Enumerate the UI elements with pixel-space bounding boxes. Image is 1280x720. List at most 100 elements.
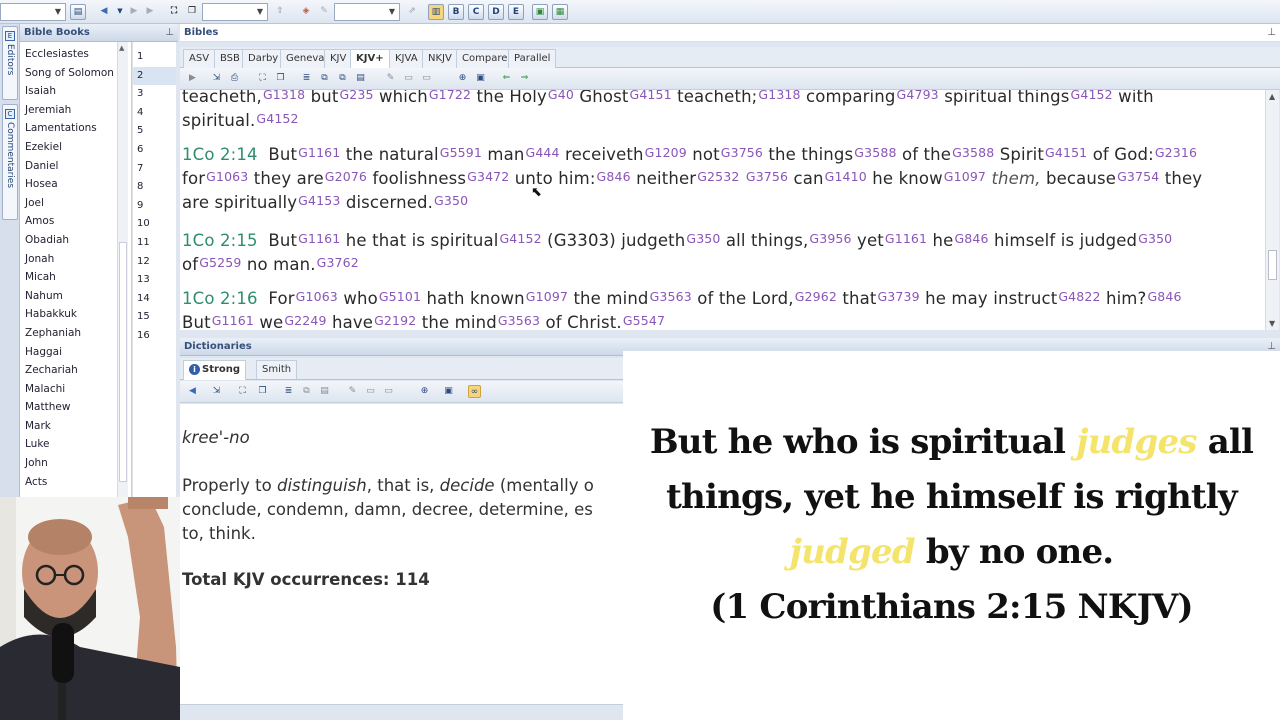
book-item[interactable]: Zephaniah <box>20 324 131 343</box>
chapter-item[interactable]: 8 <box>133 178 176 197</box>
chapter-item[interactable]: 15 <box>133 308 176 327</box>
strongs-number-link[interactable]: G3739 <box>877 289 919 304</box>
verse-ref-14[interactable]: 1Co 2:14 <box>182 145 258 164</box>
search-input[interactable]: ▼ <box>202 3 268 21</box>
strongs-number-link[interactable]: G1722 <box>429 90 471 102</box>
chart-icon[interactable]: ▦ <box>552 4 568 20</box>
book-item[interactable]: Isaiah <box>20 82 131 101</box>
zoom-select[interactable]: ▼ <box>0 3 66 21</box>
tab-kjva[interactable]: KJVA <box>389 49 424 68</box>
chapter-item[interactable]: 7 <box>133 160 176 179</box>
scroll-thumb[interactable] <box>1268 250 1277 280</box>
strongs-number-link[interactable]: G4153 <box>298 193 340 208</box>
jump-icon[interactable]: ⇗ <box>404 4 420 20</box>
edit-icon[interactable]: ✎ <box>384 72 397 85</box>
book-item[interactable]: Lamentations <box>20 119 131 138</box>
strongs-number-link[interactable]: G4822 <box>1058 289 1100 304</box>
chapter-item[interactable]: 12 <box>133 253 176 272</box>
strongs-number-link[interactable]: G1161 <box>298 145 340 160</box>
strongs-number-link[interactable]: G1318 <box>758 90 800 102</box>
strongs-number-link[interactable]: G2076 <box>325 169 367 184</box>
tab-smith[interactable]: Smith <box>256 360 298 379</box>
strongs-number-link[interactable]: G4152 <box>256 111 298 126</box>
tab-compare[interactable]: Compare <box>456 49 514 68</box>
play-icon[interactable]: ▶ <box>186 72 199 85</box>
print-icon[interactable]: ⎙ <box>228 72 241 85</box>
strongs-number-link[interactable]: G3762 <box>317 255 359 270</box>
strongs-number-link[interactable]: G350 <box>1138 231 1172 246</box>
forward-end-icon[interactable]: ▶ <box>142 4 158 20</box>
strongs-number-link[interactable]: G3756 <box>746 169 788 184</box>
tab-commentaries[interactable]: C Commentaries <box>2 104 18 220</box>
strongs-number-link[interactable]: G846 <box>597 169 631 184</box>
book-item[interactable]: Song of Solomon <box>20 64 131 83</box>
tab-strong[interactable]: i Strong <box>183 360 247 380</box>
forward-icon[interactable]: ▶ <box>126 4 142 20</box>
strongs-number-link[interactable]: G1063 <box>206 169 248 184</box>
go-icon[interactable]: ⇧ <box>272 4 288 20</box>
tab-kjv-plus[interactable]: KJV+ <box>350 49 390 69</box>
chapter-list[interactable]: 1 2 3 4 5 6 7 8 9 10 11 12 13 14 15 16 <box>132 42 176 500</box>
binoculars-icon[interactable]: ⛶ <box>256 72 269 85</box>
strongs-number-link[interactable]: G1097 <box>944 169 986 184</box>
back-icon[interactable]: ◀ <box>186 385 199 398</box>
strongs-number-link[interactable]: G4793 <box>897 90 939 102</box>
book-item[interactable]: Habakkuk <box>20 305 131 324</box>
strongs-number-link[interactable]: G3472 <box>467 169 509 184</box>
find-icon[interactable]: ❐ <box>256 385 269 398</box>
strongs-number-link[interactable]: G5591 <box>440 145 482 160</box>
book-item[interactable]: Amos <box>20 212 131 231</box>
book-item[interactable]: Jonah <box>20 250 131 269</box>
strongs-number-link[interactable]: G40 <box>548 90 574 102</box>
strongs-number-link[interactable]: G1209 <box>645 145 687 160</box>
strongs-number-link[interactable]: G5259 <box>199 255 241 270</box>
export-icon[interactable]: ⇲ <box>210 385 223 398</box>
strongs-number-link[interactable]: G3563 <box>498 313 540 328</box>
sync-left-icon[interactable]: ⇐ <box>500 72 513 85</box>
chapter-item[interactable]: 9 <box>133 197 176 216</box>
bible-text[interactable]: teacheth,G1318 butG235 whichG1722 the Ho… <box>180 90 1265 330</box>
strongs-number-link[interactable]: G1318 <box>263 90 305 102</box>
paste-icon[interactable]: ▤ <box>354 72 367 85</box>
scroll-down-icon[interactable]: ▼ <box>1269 319 1275 328</box>
copy-all-icon[interactable]: ⧉ <box>336 72 349 85</box>
strongs-number-link[interactable]: G350 <box>434 193 468 208</box>
scroll-up-icon[interactable]: ▲ <box>1269 92 1275 101</box>
tab-editors[interactable]: E Editors <box>2 26 18 100</box>
book-list-scrollbar[interactable]: ▲ <box>117 42 128 500</box>
book-item[interactable]: Matthew <box>20 398 131 417</box>
edit-icon[interactable]: ✎ <box>346 385 359 398</box>
export-icon[interactable]: ⇲ <box>210 72 223 85</box>
layout-c-icon[interactable]: C <box>468 4 484 20</box>
strongs-number-link[interactable]: G1161 <box>885 231 927 246</box>
strongs-number-link[interactable]: G5547 <box>623 313 665 328</box>
book-icon[interactable]: ▣ <box>442 385 455 398</box>
book-item[interactable]: Obadiah <box>20 231 131 250</box>
strongs-number-link[interactable]: G1097 <box>526 289 568 304</box>
book-item[interactable]: Jeremiah <box>20 101 131 120</box>
chapter-item[interactable]: 10 <box>133 215 176 234</box>
book-list[interactable]: Ecclesiastes Song of Solomon Isaiah Jeremia… <box>20 42 132 500</box>
list-icon[interactable]: ≣ <box>300 72 313 85</box>
book-item[interactable]: Micah <box>20 268 131 287</box>
tab-darby[interactable]: Darby <box>242 49 285 68</box>
tab-parallel[interactable]: Parallel <box>508 49 557 68</box>
pin-icon[interactable]: ⊥ <box>165 24 174 41</box>
tag-icon[interactable]: ▭ <box>382 385 395 398</box>
strongs-number-link[interactable]: G3754 <box>1117 169 1159 184</box>
copy-icon[interactable]: ⧉ <box>300 385 313 398</box>
strongs-number-link[interactable]: G1161 <box>298 231 340 246</box>
image-icon[interactable]: ▣ <box>532 4 548 20</box>
strongs-number-link[interactable]: G1063 <box>296 289 338 304</box>
book-item[interactable]: Ecclesiastes <box>20 45 131 64</box>
link-icon[interactable]: ∞ <box>468 385 481 398</box>
chapter-item[interactable]: 6 <box>133 141 176 160</box>
chapter-item[interactable]: 11 <box>133 234 176 253</box>
book-item[interactable]: Mark <box>20 417 131 436</box>
strongs-number-link[interactable]: G4151 <box>1045 145 1087 160</box>
book-item[interactable]: Malachi <box>20 380 131 399</box>
note-icon[interactable]: ▭ <box>402 72 415 85</box>
strongs-number-link[interactable]: G5101 <box>379 289 421 304</box>
book-icon[interactable]: ▤ <box>70 4 86 20</box>
chapter-item[interactable]: 1 <box>133 48 176 67</box>
